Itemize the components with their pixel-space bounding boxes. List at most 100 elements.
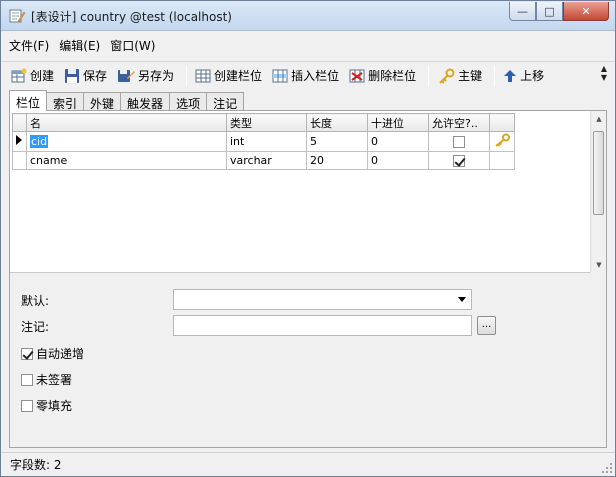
menu-file[interactable]: 文件(F) bbox=[9, 37, 49, 54]
create-field-icon bbox=[195, 69, 211, 82]
toolbar-overflow-icon[interactable]: ▲ ▼ bbox=[601, 64, 607, 82]
delete-field-button[interactable]: 删除栏位 bbox=[349, 64, 416, 88]
window-title: [表设计] country @test (localhost) bbox=[31, 10, 232, 24]
allow-null-checkbox[interactable] bbox=[453, 136, 465, 148]
cell-key bbox=[489, 131, 515, 152]
menu-bar: 文件(F) 编辑(E) 窗口(W) bbox=[1, 34, 615, 56]
tab-triggers[interactable]: 触发器 bbox=[120, 92, 171, 111]
toolbar: 创建 保存 另存为 创建栏位 插入栏位 删除栏位 主键 上移 ▲ ▼ bbox=[1, 61, 615, 89]
insert-field-icon bbox=[272, 69, 288, 82]
comment-input[interactable] bbox=[173, 315, 472, 336]
dropdown-arrow-icon[interactable] bbox=[458, 297, 466, 302]
column-header-type[interactable]: 类型 bbox=[226, 113, 307, 132]
field-count: 字段数: 2 bbox=[10, 458, 62, 472]
column-header-decimals[interactable]: 十进位 bbox=[367, 113, 429, 132]
cell-decimals[interactable]: 0 bbox=[367, 151, 429, 170]
table-header-row: 名 类型 长度 十进位 允许空?.. bbox=[12, 113, 515, 132]
zerofill-checkbox[interactable] bbox=[21, 399, 33, 412]
new-table-icon bbox=[11, 68, 27, 82]
tab-fields[interactable]: 栏位 bbox=[9, 90, 48, 111]
cell-length[interactable]: 20 bbox=[306, 151, 368, 170]
unsigned-checkbox[interactable] bbox=[21, 373, 33, 386]
scrollbar-thumb[interactable] bbox=[593, 131, 604, 215]
fields-grid: 名 类型 长度 十进位 允许空?.. cid int 5 0 cname var… bbox=[10, 111, 606, 273]
scroll-up-icon[interactable]: ▲ bbox=[591, 111, 607, 127]
cell-type[interactable]: int bbox=[226, 131, 307, 152]
save-as-icon bbox=[118, 69, 136, 82]
primary-key-button[interactable]: 主键 bbox=[437, 64, 482, 88]
move-up-label: 上移 bbox=[520, 69, 545, 83]
unsigned-label: 未签署 bbox=[36, 373, 73, 387]
unsigned-option[interactable]: 未签署 bbox=[21, 371, 72, 388]
delete-field-icon bbox=[349, 69, 365, 82]
cell-name[interactable]: cid bbox=[26, 131, 227, 152]
move-up-button[interactable]: 上移 bbox=[503, 64, 544, 88]
tab-options[interactable]: 选项 bbox=[169, 92, 208, 111]
zerofill-option[interactable]: 零填充 bbox=[21, 397, 72, 414]
table-row[interactable]: cname varchar 20 0 bbox=[12, 151, 515, 170]
default-combobox[interactable] bbox=[173, 289, 472, 310]
table-design-icon bbox=[9, 9, 25, 23]
current-row-arrow-icon bbox=[16, 135, 22, 145]
zerofill-label: 零填充 bbox=[36, 399, 73, 413]
column-header-name[interactable]: 名 bbox=[26, 113, 227, 132]
cell-name[interactable]: cname bbox=[26, 151, 227, 170]
maximize-button[interactable]: □ bbox=[536, 2, 563, 21]
fields-panel: 名 类型 长度 十进位 允许空?.. cid int 5 0 cname var… bbox=[9, 110, 607, 448]
allow-null-checkbox[interactable] bbox=[453, 155, 465, 167]
column-header-key bbox=[489, 113, 515, 132]
cell-key bbox=[489, 151, 515, 170]
column-header-length[interactable]: 长度 bbox=[306, 113, 368, 132]
auto-increment-checkbox[interactable] bbox=[21, 347, 33, 360]
save-button[interactable]: 保存 bbox=[64, 64, 107, 88]
cell-type[interactable]: varchar bbox=[226, 151, 307, 170]
delete-field-label: 删除栏位 bbox=[368, 69, 417, 83]
tab-foreign-keys[interactable]: 外键 bbox=[83, 92, 122, 111]
resize-grip-icon[interactable] bbox=[601, 462, 613, 474]
insert-field-button[interactable]: 插入栏位 bbox=[272, 64, 339, 88]
minimize-button[interactable]: — bbox=[509, 2, 536, 21]
toolbar-separator bbox=[494, 65, 496, 86]
primary-key-label: 主键 bbox=[458, 69, 483, 83]
arrow-up-icon bbox=[504, 69, 517, 82]
auto-increment-label: 自动递增 bbox=[36, 347, 85, 361]
row-selector[interactable] bbox=[12, 151, 27, 170]
create-button[interactable]: 创建 bbox=[11, 64, 54, 88]
primary-key-icon bbox=[495, 133, 510, 147]
comment-label: 注记: bbox=[21, 320, 50, 334]
row-selector[interactable] bbox=[12, 131, 27, 152]
window-controls: — □ ✕ bbox=[509, 2, 609, 21]
fields-table: 名 类型 长度 十进位 允许空?.. cid int 5 0 cname var… bbox=[12, 113, 515, 170]
scroll-down-icon[interactable]: ▼ bbox=[591, 257, 607, 273]
menu-edit[interactable]: 编辑(E) bbox=[59, 37, 100, 54]
comment-ellipsis-button[interactable]: ... bbox=[477, 316, 496, 335]
grid-vertical-scrollbar[interactable]: ▲ ▼ bbox=[590, 111, 606, 273]
toolbar-separator bbox=[186, 65, 188, 86]
menu-window[interactable]: 窗口(W) bbox=[110, 37, 155, 54]
default-label: 默认: bbox=[21, 294, 50, 308]
close-button[interactable]: ✕ bbox=[563, 2, 609, 21]
title-bar[interactable]: [表设计] country @test (localhost) — □ ✕ bbox=[1, 1, 615, 31]
tab-indexes[interactable]: 索引 bbox=[46, 92, 85, 111]
column-header-allow-null[interactable]: 允许空?.. bbox=[428, 113, 490, 132]
create-field-label: 创建栏位 bbox=[214, 69, 263, 83]
cell-name-text: cid bbox=[30, 135, 49, 148]
cell-length[interactable]: 5 bbox=[306, 131, 368, 152]
auto-increment-option[interactable]: 自动递增 bbox=[21, 345, 84, 362]
save-as-label: 另存为 bbox=[138, 69, 175, 83]
row-header-corner bbox=[12, 113, 27, 132]
cell-allow-null[interactable] bbox=[428, 131, 490, 152]
table-row[interactable]: cid int 5 0 bbox=[12, 131, 515, 152]
cell-allow-null[interactable] bbox=[428, 151, 490, 170]
create-field-button[interactable]: 创建栏位 bbox=[195, 64, 262, 88]
save-as-button[interactable]: 另存为 bbox=[117, 64, 174, 88]
tab-comment[interactable]: 注记 bbox=[206, 92, 245, 111]
table-designer-window: [表设计] country @test (localhost) — □ ✕ 文件… bbox=[0, 0, 616, 477]
cell-decimals[interactable]: 0 bbox=[367, 131, 429, 152]
tab-strip: 栏位 索引 外键 触发器 选项 注记 bbox=[9, 90, 245, 111]
toolbar-separator bbox=[428, 65, 430, 86]
insert-field-label: 插入栏位 bbox=[291, 69, 340, 83]
status-bar: 字段数: 2 bbox=[1, 452, 615, 476]
create-label: 创建 bbox=[30, 69, 55, 83]
save-label: 保存 bbox=[83, 69, 108, 83]
